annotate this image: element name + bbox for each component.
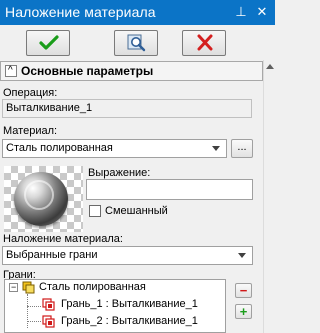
mixed-label: Смешанный	[105, 205, 168, 217]
expand-collapse-icon[interactable]: −	[9, 282, 18, 292]
face-icon	[42, 298, 55, 311]
cancel-button[interactable]	[182, 30, 226, 56]
mixed-checkbox[interactable]	[89, 205, 101, 217]
vertical-scrollbar[interactable]	[263, 60, 275, 333]
ok-button[interactable]	[26, 30, 70, 56]
preview-button[interactable]	[114, 30, 158, 56]
window-title: Наложение материала	[5, 4, 156, 20]
face-item-2[interactable]: Грань_2 : Выталкивание_1	[61, 315, 198, 328]
expression-input[interactable]	[86, 179, 253, 200]
add-face-button[interactable]: +	[235, 304, 252, 319]
face-item-1[interactable]: Грань_1 : Выталкивание_1	[61, 298, 198, 311]
toolbar	[0, 25, 275, 60]
material-combo[interactable]: Сталь полированная	[2, 139, 227, 158]
section-title: Основные параметры	[21, 64, 154, 78]
properties-panel: ^ Основные параметры Операция: Выталкива…	[0, 60, 263, 333]
material-label: Материал:	[3, 125, 58, 137]
mapping-combo[interactable]: Выбранные грани	[2, 246, 253, 265]
mapping-label: Наложение материала:	[3, 233, 123, 245]
operation-field: Выталкивание_1	[2, 99, 252, 118]
mapping-value: Выбранные грани	[6, 249, 98, 261]
material-browse-button[interactable]: ...	[231, 139, 253, 158]
scroll-up-icon[interactable]	[266, 64, 274, 69]
operation-value: Выталкивание_1	[6, 102, 93, 114]
chevron-down-icon	[212, 146, 220, 151]
red-x-icon	[197, 34, 213, 51]
section-header-main[interactable]: ^ Основные параметры	[0, 61, 263, 81]
material-preview	[4, 166, 83, 232]
pin-icon[interactable]: ⊥	[234, 4, 248, 20]
face-icon	[42, 315, 55, 328]
green-check-icon	[39, 35, 59, 50]
material-value: Сталь полированная	[6, 142, 113, 154]
chevron-down-icon	[238, 253, 246, 258]
sphere-highlight	[24, 180, 54, 210]
faces-tree: − Сталь полированная Грань_1 : Выталкива…	[4, 279, 226, 333]
preview-magnifier-icon	[127, 34, 146, 52]
remove-face-button[interactable]: −	[235, 283, 252, 298]
material-folder-icon	[22, 281, 35, 294]
close-icon[interactable]: ✕	[255, 4, 269, 20]
tree-connector	[27, 321, 41, 322]
title-bar: Наложение материала ⊥ ✕	[0, 0, 275, 25]
tree-root-label[interactable]: Сталь полированная	[39, 281, 146, 294]
collapse-icon[interactable]: ^	[5, 65, 17, 77]
tree-connector	[27, 306, 41, 307]
tree-connector	[27, 294, 28, 328]
